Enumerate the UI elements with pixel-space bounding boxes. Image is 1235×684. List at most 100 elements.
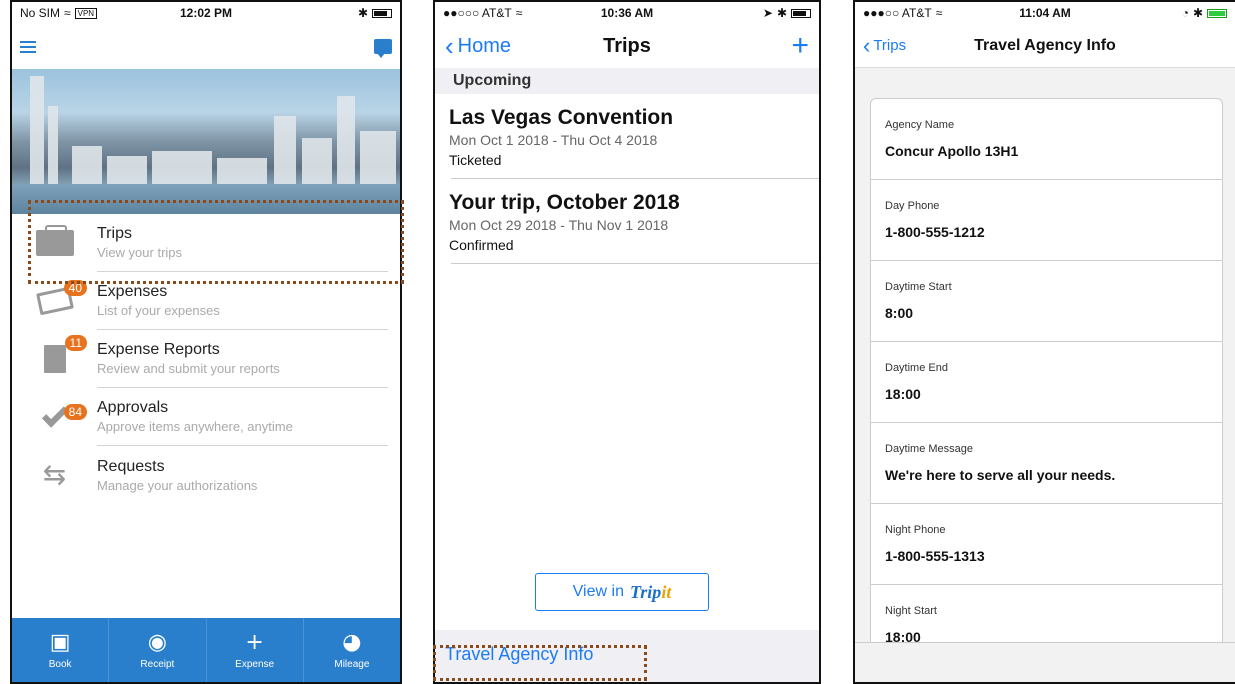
field-value: Concur Apollo 13H1 [885, 143, 1019, 159]
back-button[interactable]: ‹ Trips [863, 33, 906, 59]
carrier-label: ●●○○○ AT&T [443, 6, 512, 20]
tab-receipt[interactable]: ◉ Receipt [109, 618, 207, 682]
field-label: Day Phone [885, 200, 940, 212]
chevron-left-icon: ‹ [863, 32, 871, 58]
back-button[interactable]: ‹ Home [445, 31, 511, 62]
field-label: Daytime Message [885, 443, 974, 455]
navigation-bar: ‹ Home Trips + [435, 24, 819, 68]
add-trip-button[interactable]: + [791, 31, 809, 61]
trip-status: Confirmed [449, 237, 514, 253]
trip-status: Ticketed [449, 152, 502, 168]
bluetooth-icon: ✱ [357, 6, 368, 20]
wifi-icon: ≈ [515, 6, 523, 20]
field-value: 8:00 [885, 305, 914, 321]
tab-mileage[interactable]: ◕ Mileage [304, 618, 400, 682]
info-field: Daytime Message We're here to serve all y… [871, 423, 1222, 504]
menu-item-subtitle: Review and submit your reports [97, 361, 280, 376]
arrows-icon: ⇆ [42, 459, 67, 490]
info-field: Night Phone 1-800-555-1313 [871, 504, 1222, 585]
menu-item-approvals[interactable]: 84 Approvals Approve items anywhere, any… [12, 388, 400, 446]
trip-dates: Mon Oct 29 2018 - Thu Nov 1 2018 [449, 217, 669, 233]
menu-item-expense-reports[interactable]: 11 Expense Reports Review and submit you… [12, 330, 400, 388]
trip-row[interactable]: Your trip, October 2018 Mon Oct 29 2018 … [435, 179, 819, 264]
menu-item-subtitle: List of your expenses [97, 303, 220, 318]
trip-row[interactable]: Las Vegas Convention Mon Oct 1 2018 - Th… [435, 94, 819, 179]
menu-item-title: Expense Reports [97, 341, 220, 358]
bottom-tab-bar: ▣ Book ◉ Receipt + Expense ◕ Mileage [12, 618, 400, 682]
field-value: 18:00 [885, 386, 921, 402]
briefcase-icon: ▣ [49, 629, 71, 655]
field-label: Night Phone [885, 524, 946, 536]
tab-expense[interactable]: + Expense [207, 618, 304, 682]
menu-item-title: Approvals [97, 399, 169, 416]
tripit-logo-part: Trip [629, 581, 662, 602]
tripit-logo: Tripit [630, 582, 671, 603]
field-value[interactable]: 1-800-555-1313 [885, 548, 1208, 564]
wifi-icon: ≈ [64, 6, 71, 20]
trip-dates: Mon Oct 1 2018 - Thu Oct 4 2018 [449, 132, 658, 148]
tab-label: Expense [235, 658, 275, 670]
bottom-toolbar [855, 642, 1235, 682]
trip-title: Your trip, October 2018 [449, 191, 680, 214]
view-in-label: View in [572, 583, 624, 600]
tripit-logo-part: it [661, 581, 672, 602]
field-value: We're here to serve all your needs. [885, 467, 1116, 483]
battery-icon [1207, 8, 1227, 18]
status-bar: ●●●○○ AT&T ≈ 11:04 AM ◔ ✱ [855, 2, 1235, 24]
bluetooth-icon: ✱ [1192, 6, 1203, 20]
trip-title: Las Vegas Convention [449, 106, 674, 129]
info-field: Day Phone 1-800-555-1212 [871, 180, 1222, 261]
tab-label: Book [48, 658, 72, 670]
view-in-tripit-button[interactable]: View in Tripit [535, 573, 709, 611]
field-label: Night Start [885, 605, 937, 617]
bluetooth-icon: ✱ [776, 6, 787, 20]
top-bar [12, 24, 400, 69]
battery-icon [791, 8, 811, 18]
trips-list-screen: ●●○○○ AT&T ≈ 10:36 AM ➤ ✱ ‹ Home Trips +… [433, 0, 821, 684]
hamburger-menu-icon[interactable] [20, 40, 36, 53]
section-header: Upcoming [435, 68, 819, 94]
info-field: Daytime Start 8:00 [871, 261, 1222, 342]
wifi-icon: ≈ [935, 6, 943, 20]
field-label: Daytime Start [885, 281, 952, 293]
back-label: Trips [873, 37, 907, 54]
vpn-badge: VPN [74, 7, 98, 19]
agency-info-card: Agency Name Concur Apollo 13H1 Day Phone 1… [870, 98, 1223, 667]
menu-item-title: Requests [97, 457, 165, 475]
menu-item-requests[interactable]: ⇆ Requests Manage your authorizations [12, 446, 400, 504]
tab-label: Mileage [334, 658, 370, 670]
status-bar: ●●○○○ AT&T ≈ 10:36 AM ➤ ✱ [435, 2, 819, 24]
status-bar: No SIM ≈ VPN 12:02 PM ✱ [12, 2, 400, 24]
menu-item-title: Expenses [97, 283, 168, 300]
back-label: Home [457, 34, 512, 57]
field-value[interactable]: 1-800-555-1212 [885, 224, 1208, 240]
info-field: Agency Name Concur Apollo 13H1 [871, 99, 1222, 180]
highlight-agency-link-callout [433, 645, 647, 681]
field-label: Daytime End [885, 362, 948, 374]
carrier-label: No SIM [20, 6, 61, 20]
chevron-left-icon: ‹ [445, 30, 454, 61]
lock-rotation-icon: ◔ [1181, 6, 1189, 20]
camera-icon: ◉ [147, 629, 167, 655]
plus-icon: + [245, 629, 264, 655]
location-icon: ➤ [762, 6, 773, 20]
carrier-label: ●●●○○ AT&T [863, 6, 932, 20]
field-label: Agency Name [885, 119, 955, 131]
info-field: Daytime End 18:00 [871, 342, 1222, 423]
page-title: Travel Agency Info [974, 36, 1116, 54]
battery-icon [372, 8, 392, 18]
tab-book[interactable]: ▣ Book [12, 618, 110, 682]
tab-label: Receipt [140, 658, 175, 670]
agency-info-body: Agency Name Concur Apollo 13H1 Day Phone 1… [855, 68, 1235, 682]
city-banner-image [12, 69, 400, 214]
chat-icon[interactable] [374, 39, 392, 58]
menu-item-subtitle: Manage your authorizations [97, 477, 258, 493]
menu-item-subtitle: Approve items anywhere, anytime [97, 419, 293, 434]
speedometer-icon: ◕ [342, 629, 362, 655]
count-badge: 84 [63, 403, 87, 420]
travel-agency-info-screen: ●●●○○ AT&T ≈ 11:04 AM ◔ ✱ ‹ Trips Travel… [853, 0, 1235, 684]
highlight-trips-callout [28, 200, 404, 284]
concur-home-screen: No SIM ≈ VPN 12:02 PM ✱ Trips View your … [10, 0, 402, 684]
report-icon [43, 345, 66, 373]
navigation-bar: ‹ Trips Travel Agency Info [855, 24, 1235, 68]
